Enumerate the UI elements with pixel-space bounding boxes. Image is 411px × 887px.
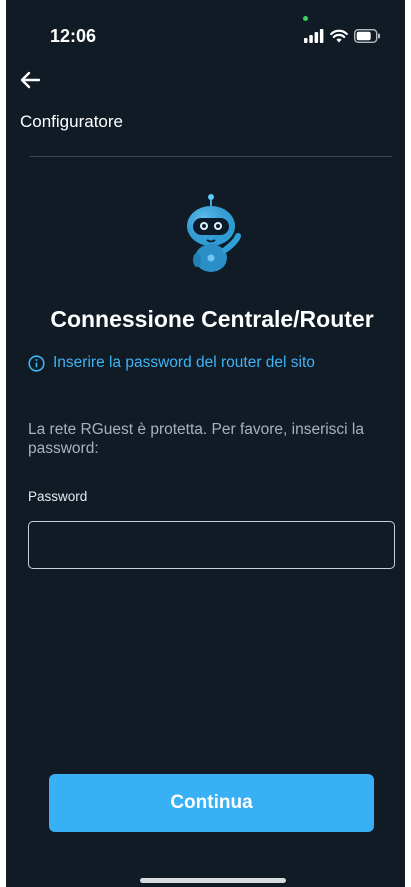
continue-button[interactable]: Continua	[49, 774, 374, 832]
status-icons	[304, 28, 381, 44]
arrow-left-icon	[20, 71, 41, 89]
password-label: Password	[28, 489, 88, 504]
back-button[interactable]	[16, 66, 44, 94]
info-hint: Inserire la password del router del sito	[28, 354, 315, 372]
robot-mascot-icon	[187, 194, 241, 272]
screen: 12:06 Configuratore Connessione Centrale…	[6, 0, 405, 887]
battery-icon	[354, 29, 380, 43]
info-text: Inserire la password del router del sito	[53, 354, 315, 371]
status-time: 12:06	[50, 26, 97, 46]
page-title: Connessione Centrale/Router	[50, 306, 374, 332]
header-title: Configuratore	[20, 112, 124, 131]
home-indicator[interactable]	[140, 878, 286, 883]
wifi-icon	[330, 29, 348, 43]
camera-indicator-dot	[303, 16, 308, 21]
signal-icon	[304, 29, 324, 43]
info-icon	[28, 354, 45, 372]
header-divider	[30, 156, 392, 157]
network-description: La rete RGuest è protetta. Per favore, i…	[28, 421, 364, 457]
password-field[interactable]	[28, 521, 395, 569]
